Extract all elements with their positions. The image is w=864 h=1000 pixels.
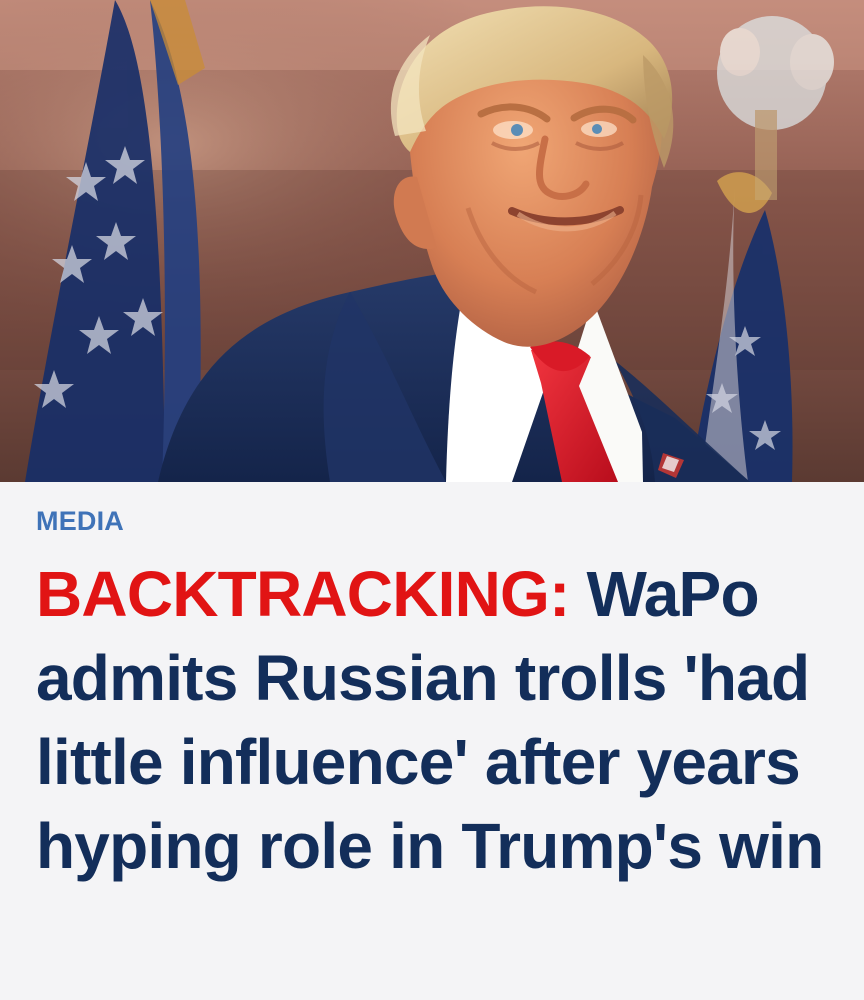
hero-photo-illustration — [0, 0, 864, 482]
hero-image[interactable] — [0, 0, 864, 482]
article-headline[interactable]: BACKTRACKING: WaPo admits Russian trolls… — [36, 552, 856, 888]
article-text-area[interactable]: MEDIA BACKTRACKING: WaPo admits Russian … — [0, 482, 864, 1000]
article-card[interactable]: MEDIA BACKTRACKING: WaPo admits Russian … — [0, 0, 864, 1000]
headline-kicker: BACKTRACKING: — [36, 558, 587, 630]
category-label[interactable]: MEDIA — [36, 506, 124, 537]
